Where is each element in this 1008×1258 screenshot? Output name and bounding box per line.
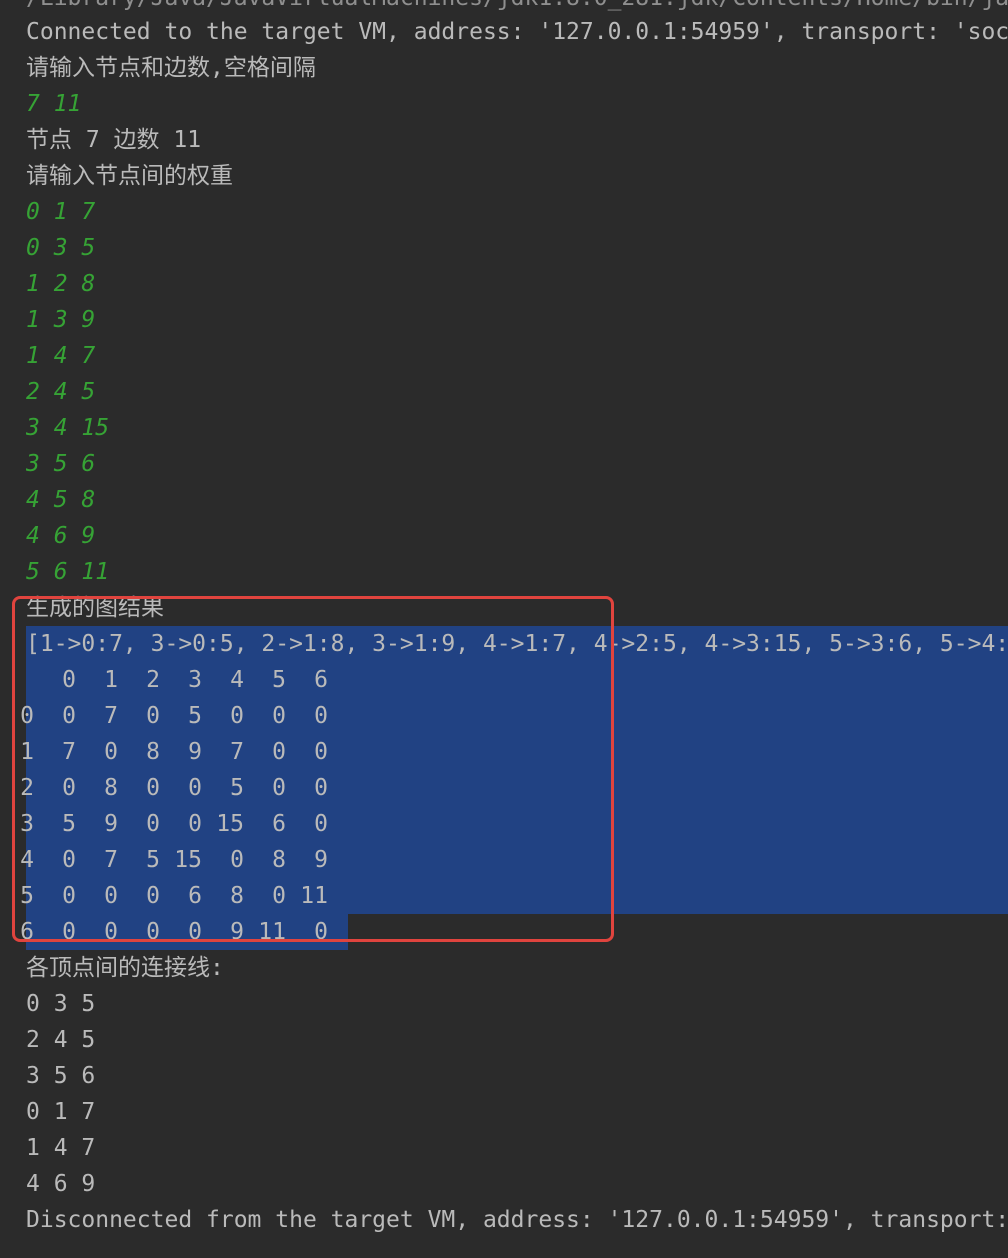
user-input-weight-line: 1 2 8 (26, 271, 96, 297)
run-console-output[interactable]: /Library/Java/JavaVirtualMachines/jdk1.8… (0, 0, 1008, 1258)
prompt-weights: 请输入节点间的权重 (26, 163, 233, 189)
connection-line: 4 6 9 (26, 1171, 96, 1197)
connection-line: 2 4 5 (26, 1027, 96, 1053)
user-input-weight-line: 2 4 5 (26, 379, 96, 405)
connection-line: 0 3 5 (26, 991, 96, 1017)
user-input-weight-line: 4 6 9 (26, 523, 96, 549)
prompt-nodes-edges: 请输入节点和边数,空格间隔 (26, 55, 316, 81)
connections-title: 各顶点间的连接线: (26, 955, 224, 981)
nodes-edges-echo: 节点 7 边数 11 (26, 127, 202, 153)
user-input-weight-line: 1 4 7 (26, 343, 96, 369)
user-input-weight-line: 3 4 15 (26, 415, 110, 441)
user-input-weight-line: 1 3 9 (26, 307, 96, 333)
user-input-weight-line: 0 1 7 (26, 199, 96, 225)
connection-line: 1 4 7 (26, 1135, 96, 1161)
user-input-weight-line: 4 5 8 (26, 487, 96, 513)
connection-line: 3 5 6 (26, 1063, 96, 1089)
user-input-weight-line: 5 6 11 (26, 559, 110, 585)
user-input-weight-line: 3 5 6 (26, 451, 96, 477)
disconnected-message: Disconnected from the target VM, address… (26, 1207, 1008, 1233)
connection-line: 0 1 7 (26, 1099, 96, 1125)
user-input-weight-line: 0 3 5 (26, 235, 96, 261)
red-annotation-box (12, 596, 614, 942)
connected-message: Connected to the target VM, address: '12… (26, 19, 1008, 45)
user-input-nodes-edges: 7 11 (26, 91, 82, 117)
